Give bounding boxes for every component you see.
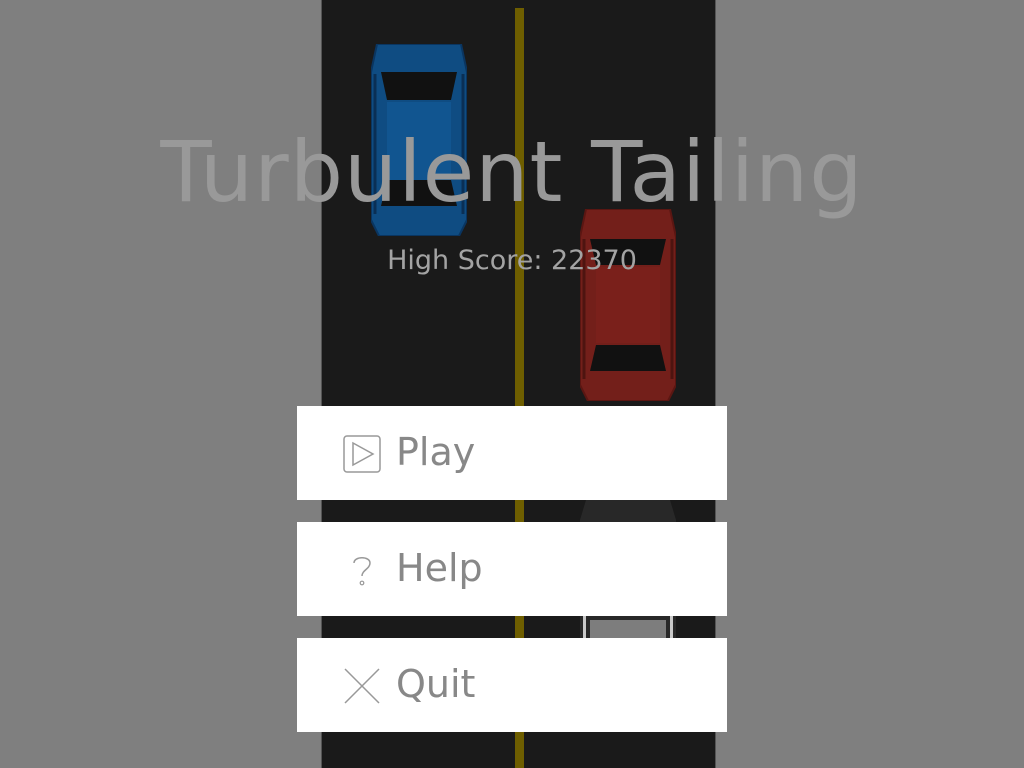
high-score-label: High Score: 22370 xyxy=(387,245,637,276)
red-car xyxy=(580,209,676,401)
play-icon xyxy=(343,435,381,473)
play-button[interactable]: Play xyxy=(297,406,727,500)
close-icon xyxy=(343,667,381,705)
quit-label: Quit xyxy=(396,662,476,706)
help-label: Help xyxy=(396,546,483,590)
play-label: Play xyxy=(396,430,476,474)
help-button[interactable]: Help xyxy=(297,522,727,616)
quit-button[interactable]: Quit xyxy=(297,638,727,732)
question-icon xyxy=(343,551,381,589)
game-title: Turbulent Tailing xyxy=(160,123,864,221)
